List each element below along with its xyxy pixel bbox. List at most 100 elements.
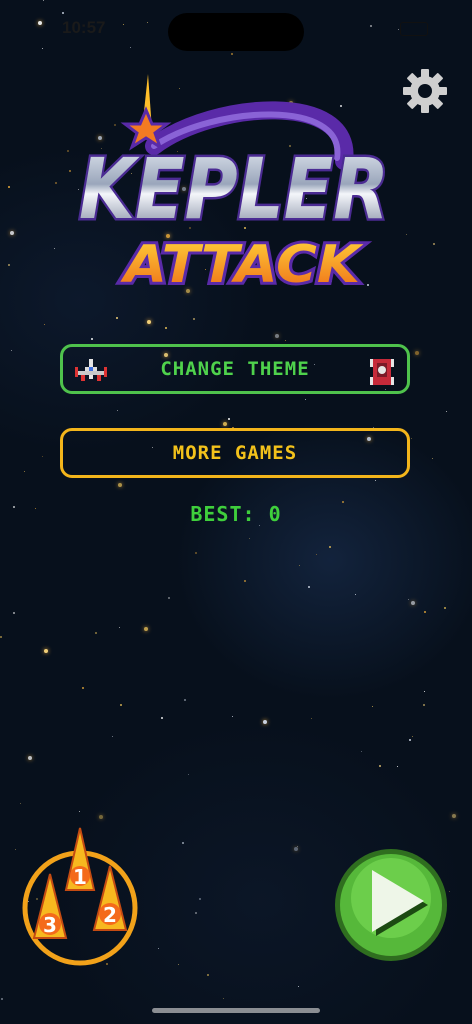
- fleet-number-1: 1: [73, 865, 87, 889]
- star: [54, 248, 55, 249]
- star: [28, 756, 32, 760]
- star: [316, 554, 317, 555]
- star: [355, 594, 356, 595]
- star: [411, 601, 415, 605]
- star: [424, 691, 425, 692]
- star: [99, 815, 103, 819]
- star: [13, 612, 15, 614]
- star: [116, 317, 118, 319]
- star: [112, 736, 113, 737]
- star: [223, 998, 224, 999]
- star: [1, 998, 3, 1000]
- star: [409, 739, 411, 741]
- star: [370, 25, 372, 27]
- spaceship-icon: [75, 359, 107, 381]
- star: [118, 483, 122, 487]
- alien-icon: [370, 359, 394, 385]
- star: [244, 580, 246, 582]
- star: [228, 418, 230, 420]
- star: [42, 456, 43, 457]
- star: [294, 847, 298, 851]
- gear-icon: [403, 69, 447, 113]
- star: [55, 182, 57, 184]
- star: [398, 29, 399, 30]
- play-button[interactable]: [332, 846, 450, 964]
- change-theme-button[interactable]: CHANGE THEME: [60, 344, 410, 394]
- play-icon: [335, 849, 447, 961]
- star: [375, 480, 376, 481]
- star: [207, 974, 209, 976]
- star: [10, 231, 14, 235]
- star: [446, 411, 447, 412]
- star: [147, 320, 151, 324]
- star: [299, 565, 300, 566]
- star: [298, 986, 299, 987]
- star: [305, 399, 306, 400]
- star: [82, 687, 84, 689]
- more-games-label: MORE GAMES: [172, 442, 298, 464]
- star: [38, 21, 42, 25]
- star: [285, 340, 286, 341]
- star: [95, 632, 97, 634]
- star: [184, 699, 186, 701]
- star: [412, 736, 413, 737]
- star: [308, 586, 310, 588]
- dynamic-island: [168, 13, 304, 51]
- star: [8, 186, 10, 188]
- star: [8, 264, 10, 266]
- logo-line1: KEPLER: [79, 140, 389, 238]
- star: [379, 765, 381, 767]
- star: [444, 607, 446, 609]
- star: [424, 611, 426, 613]
- star: [361, 751, 362, 752]
- star: [408, 599, 409, 600]
- star: [42, 48, 43, 49]
- star: [24, 471, 25, 472]
- settings-button[interactable]: [400, 66, 450, 116]
- star: [91, 338, 93, 340]
- more-games-button[interactable]: MORE GAMES: [60, 428, 410, 478]
- home-indicator: [152, 1008, 320, 1013]
- star: [433, 243, 435, 245]
- star: [195, 912, 197, 914]
- star: [432, 458, 433, 459]
- star: [165, 327, 167, 329]
- star: [119, 627, 120, 628]
- star: [161, 717, 163, 719]
- star: [79, 811, 80, 812]
- star: [130, 47, 131, 48]
- star: [144, 627, 148, 631]
- star: [263, 720, 267, 724]
- fleet-number-3: 3: [43, 913, 57, 937]
- star: [182, 842, 184, 844]
- status-time: 10:57: [62, 18, 106, 37]
- change-theme-label: CHANGE THEME: [160, 358, 310, 380]
- best-score: BEST: 0: [190, 502, 282, 526]
- star: [11, 350, 12, 351]
- star: [275, 334, 279, 338]
- fleet-icon: 1 2 3: [22, 827, 138, 966]
- star: [232, 716, 233, 717]
- star: [195, 552, 197, 554]
- star: [158, 948, 159, 949]
- star: [372, 706, 373, 707]
- star: [120, 704, 122, 706]
- star: [43, 0, 44, 1]
- star: [415, 351, 419, 355]
- star: [188, 774, 189, 775]
- star: [223, 422, 227, 426]
- star: [411, 438, 412, 439]
- fleet-number-2: 2: [103, 903, 117, 927]
- star: [423, 704, 425, 706]
- game-screen: 10:57 KEPLER ATTACK CHANGE THEME MORE GA…: [0, 0, 472, 1024]
- star: [311, 718, 312, 719]
- star: [249, 538, 250, 539]
- fleet-button[interactable]: 1 2 3: [22, 826, 142, 966]
- star: [397, 766, 398, 767]
- star: [123, 24, 124, 25]
- star: [329, 546, 331, 548]
- star: [231, 53, 233, 55]
- star: [0, 636, 2, 638]
- battery-icon: [400, 22, 428, 36]
- star: [199, 898, 201, 900]
